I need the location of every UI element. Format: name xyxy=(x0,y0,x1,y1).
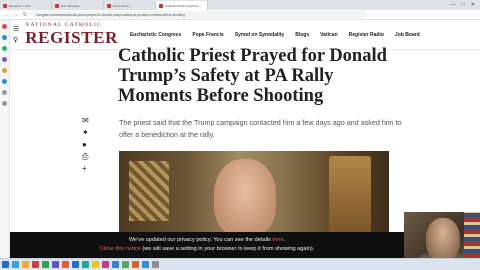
taskbar-app-icon[interactable] xyxy=(62,261,69,268)
tab-label: Catholic Priest Prayed for ... xyxy=(165,3,203,8)
browser-tab-active[interactable]: Catholic Priest Prayed for ... xyxy=(156,1,208,10)
taskbar-app-icon[interactable] xyxy=(142,261,149,268)
browser-sidebar xyxy=(0,20,10,258)
app-icon[interactable] xyxy=(2,68,7,73)
twitter-icon[interactable]: ✦ xyxy=(82,129,89,137)
privacy-text: We've updated our privacy policy. You ca… xyxy=(128,237,273,243)
taskbar-app-icon[interactable] xyxy=(72,261,79,268)
taskbar-app-icon[interactable] xyxy=(152,261,159,268)
nav-item-eucharistic-congress[interactable]: Eucharistic Congress xyxy=(130,32,181,38)
person-head xyxy=(426,218,460,262)
favicon-icon xyxy=(55,3,59,8)
close-icon[interactable]: ✕ xyxy=(471,2,475,8)
browser-tab[interactable]: Fox: Wireless... xyxy=(52,1,104,10)
address-bar: ← → ↻ ncregister.com/news/catholic-pries… xyxy=(0,10,480,20)
favicon-icon xyxy=(159,3,163,8)
religious-icon-painting xyxy=(329,156,371,236)
taskbar-app-icon[interactable] xyxy=(122,261,129,268)
url-field[interactable]: ncregister.com/news/catholic-priest-pray… xyxy=(31,11,366,18)
taskbar-app-icon[interactable] xyxy=(112,261,119,268)
nav-item-blogs[interactable]: Blogs xyxy=(295,32,309,38)
nav-item-job-board[interactable]: Job Board xyxy=(395,32,420,38)
nav-item-vatican[interactable]: Vatican xyxy=(320,32,338,38)
taskbar-app-icon[interactable] xyxy=(102,261,109,268)
browser-tab[interactable]: Fox's Home ... xyxy=(104,1,156,10)
plus-icon[interactable]: + xyxy=(82,165,89,173)
back-icon[interactable]: ← xyxy=(4,12,10,18)
taskbar-app-icon[interactable] xyxy=(52,261,59,268)
taskbar-app-icon[interactable] xyxy=(132,261,139,268)
close-notice-link[interactable]: Close this notice xyxy=(100,246,141,252)
maximize-icon[interactable]: □ xyxy=(462,2,465,8)
priest-face xyxy=(214,159,276,237)
main-nav: Eucharistic Congress Pope Francis Synod … xyxy=(130,32,420,38)
facebook-icon[interactable]: ● xyxy=(82,141,89,149)
tab-label: Fox: Wireless... xyxy=(61,3,82,8)
app-icon[interactable] xyxy=(2,35,7,40)
browser-tab[interactable]: Be Home – Joh... xyxy=(0,1,52,10)
taskbar-app-icon[interactable] xyxy=(32,261,39,268)
article-photo xyxy=(119,151,389,241)
taskbar-app-icon[interactable] xyxy=(12,261,19,268)
taskbar xyxy=(0,258,480,270)
tab-label: Fox's Home ... xyxy=(113,3,133,8)
logo-wordmark: REGISTER xyxy=(25,27,118,47)
app-icon[interactable] xyxy=(2,24,7,29)
reload-icon[interactable]: ↻ xyxy=(22,12,28,18)
menu-icon[interactable]: ☰ xyxy=(13,26,19,33)
privacy-text-end: . xyxy=(283,237,286,243)
taskbar-app-icon[interactable] xyxy=(42,261,49,268)
favicon-icon xyxy=(3,3,7,8)
browser-tab-bar: Be Home – Joh... Fox: Wireless... Fox's … xyxy=(0,0,480,10)
window-controls: — □ ✕ xyxy=(446,2,480,10)
share-toolbar: ✉ ✦ ● ⎙ + xyxy=(82,117,89,173)
article-subtitle: The priest said that the Trump campaign … xyxy=(119,118,402,139)
site-logo[interactable]: NATIONAL CATHOLIC REGISTER xyxy=(25,23,118,46)
tab-label: Be Home – Joh... xyxy=(9,3,33,8)
app-icon[interactable] xyxy=(2,79,7,84)
taskbar-app-icon[interactable] xyxy=(82,261,89,268)
print-icon[interactable]: ⎙ xyxy=(82,153,89,161)
nav-item-register-radio[interactable]: Register Radio xyxy=(349,32,384,38)
nav-item-synod[interactable]: Synod on Synodality xyxy=(235,32,284,38)
article-headline: Catholic Priest Prayed for Donald Trump’… xyxy=(118,46,387,106)
privacy-details-link[interactable]: here xyxy=(272,237,283,243)
taskbar-app-icon[interactable] xyxy=(22,261,29,268)
stained-glass-window xyxy=(129,161,169,221)
privacy-notice: We've updated our privacy policy. You ca… xyxy=(10,232,404,258)
favicon-icon xyxy=(107,3,111,8)
app-icon[interactable] xyxy=(2,57,7,62)
minimize-icon[interactable]: — xyxy=(451,2,456,8)
close-notice-text: (we will save a setting in your browser … xyxy=(140,246,315,252)
app-icon[interactable] xyxy=(2,101,7,106)
email-icon[interactable]: ✉ xyxy=(82,117,89,125)
nav-item-pope-francis[interactable]: Pope Francis xyxy=(192,32,223,38)
forward-icon[interactable]: → xyxy=(13,12,19,18)
search-icon[interactable]: ⚲ xyxy=(13,37,19,44)
app-icon[interactable] xyxy=(2,46,7,51)
app-icon[interactable] xyxy=(2,90,7,95)
taskbar-app-icon[interactable] xyxy=(92,261,99,268)
start-icon[interactable] xyxy=(2,261,9,268)
